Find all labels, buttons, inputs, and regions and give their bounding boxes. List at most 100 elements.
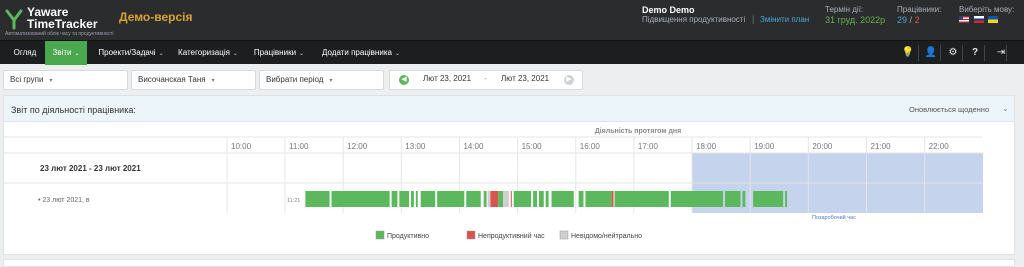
hour-label: 15:00: [522, 142, 543, 151]
logout-icon[interactable]: ⇥: [990, 41, 1012, 65]
chevron-down-icon[interactable]: ⌄: [1002, 104, 1009, 113]
activity-segment-productive: [466, 191, 481, 207]
groups-select-value: Всі групи: [10, 75, 44, 84]
employees-active: 29: [897, 15, 908, 25]
activity-timeline-chart: Діяльність протягом дня 23 лют 2021 - 23…: [4, 127, 983, 240]
employee-select[interactable]: Височанская Таня ▾: [131, 70, 256, 90]
hour-label: 10:00: [231, 142, 252, 151]
activity-segment-productive: [498, 191, 504, 207]
hour-label: 14:00: [463, 142, 484, 151]
activity-report-panel: Звіт по діяльності працівника: Оновлюєть…: [3, 95, 1015, 255]
activity-segment-productive: [578, 191, 584, 207]
yaware-logo-icon: [5, 9, 23, 30]
hour-label: 17:00: [638, 142, 659, 151]
chart-header-label: Діяльність протягом дня: [595, 127, 682, 135]
term-value: 31 груд. 2022р: [825, 15, 886, 25]
hour-label: 19:00: [754, 142, 775, 151]
activity-segment-unproductive: [490, 191, 499, 207]
update-frequency[interactable]: Оновлюється щоденно: [909, 105, 989, 114]
legend-label-neutral: Невідомо/нейтрально: [571, 232, 642, 240]
upgrade-link[interactable]: Підвищення продуктивності: [642, 15, 745, 24]
next-date-icon[interactable]: ▶: [564, 75, 574, 85]
gear-icon[interactable]: ⚙: [942, 41, 964, 65]
nav-reports[interactable]: Звіти ⌄: [45, 41, 87, 65]
flag-ua-icon[interactable]: [988, 16, 999, 23]
period-select-value: Вибрати період: [266, 75, 324, 84]
main-nav: Огляд Звіти ⌄ Проекти/Задачі ⌄ Категоризац…: [0, 40, 1024, 65]
language-label: Виберіть мову:: [959, 5, 1015, 14]
hour-label: 18:00: [696, 142, 717, 151]
nav-employees-label: Працівники: [253, 48, 297, 57]
prev-date-icon[interactable]: ◀: [399, 75, 409, 85]
legend-label-unproductive: Непродуктивний час: [478, 232, 545, 240]
employees-slash: /: [909, 15, 913, 25]
period-select[interactable]: Вибрати період ▾: [259, 70, 384, 90]
help-icon[interactable]: ?: [964, 41, 986, 65]
language-flags: [959, 15, 1000, 25]
date-to[interactable]: Лют 23, 2021: [501, 74, 549, 83]
date-from[interactable]: Лют 23, 2021: [423, 74, 471, 83]
row-label: • 23 лют 2021, в: [38, 197, 90, 204]
nav-categorization[interactable]: Категоризація ⌄: [172, 41, 244, 65]
legend-swatch-unproductive: [466, 230, 476, 240]
chevron-down-icon: ⌄: [158, 51, 164, 57]
hour-label: 16:00: [580, 142, 601, 151]
nav-reports-label: Звіти: [52, 48, 72, 57]
legend-swatch-neutral: [559, 230, 569, 240]
activity-segment-productive: [753, 191, 784, 207]
flag-us-icon[interactable]: [959, 16, 969, 23]
chevron-down-icon: ⌄: [232, 51, 238, 57]
term-label: Термін дії:: [825, 5, 864, 14]
chevron-down-icon: ⌄: [394, 51, 400, 57]
activity-segment-productive: [545, 191, 549, 207]
groups-select[interactable]: Всі групи ▾: [3, 70, 128, 90]
nav-projects[interactable]: Проекти/Задачі ⌄: [92, 41, 170, 65]
account-name[interactable]: Demo Demo: [642, 5, 695, 15]
nav-overview[interactable]: Огляд: [5, 41, 45, 65]
chevron-down-icon: ▾: [211, 78, 215, 84]
range-label: 23 лют 2021 - 23 лют 2021: [40, 164, 141, 173]
activity-segment-productive: [420, 191, 436, 207]
chevron-down-icon: ⌄: [299, 51, 305, 57]
nav-add-employee-label: Додати працівника: [322, 48, 392, 57]
activity-segment-productive: [670, 191, 724, 207]
activity-segment-productive: [513, 191, 532, 207]
activity-segment-productive: [391, 191, 398, 207]
nav-categorization-label: Категоризація: [178, 48, 230, 57]
activity-segment-productive: [614, 191, 669, 207]
hour-label: 11:00: [289, 142, 309, 151]
chevron-down-icon: ▾: [329, 78, 333, 84]
activity-segment-productive: [331, 191, 390, 207]
activity-segment-unproductive: [510, 191, 512, 207]
activity-segment-productive: [533, 191, 537, 207]
panel-title: Звіт по діяльності працівника:: [11, 105, 136, 115]
activity-segment-productive: [742, 191, 746, 207]
chevron-down-icon: ▾: [49, 78, 53, 84]
hour-label: 20:00: [812, 142, 833, 151]
panel-header: Звіт по діяльності працівника: Оновлюєть…: [4, 96, 1014, 122]
activity-segment-productive: [305, 191, 330, 207]
activity-segment-productive: [785, 191, 788, 207]
nav-projects-label: Проекти/Задачі: [98, 48, 156, 57]
activity-segment-productive: [410, 191, 414, 207]
lightbulb-icon[interactable]: 💡: [897, 41, 919, 65]
hour-label: 21:00: [871, 142, 892, 151]
hour-label: 12:00: [347, 142, 368, 151]
nav-overview-label: Огляд: [13, 48, 37, 57]
user-icon[interactable]: 👤: [920, 41, 942, 65]
start-time-label: 11:21: [287, 198, 300, 204]
activity-segment-productive: [585, 191, 612, 207]
chevron-down-icon: ⌄: [74, 51, 80, 57]
nav-employees[interactable]: Працівники ⌄: [248, 41, 310, 65]
employees-count[interactable]: 29 / 2: [897, 15, 920, 25]
flag-ru-icon[interactable]: [973, 16, 984, 23]
date-dash: -: [484, 74, 487, 83]
change-plan-link[interactable]: Змінити план: [760, 15, 809, 24]
nav-add-employee[interactable]: Додати працівника ⌄: [316, 41, 406, 65]
activity-segment-productive: [437, 191, 465, 207]
activity-segment-productive: [725, 191, 741, 207]
activity-segment-unproductive: [611, 191, 614, 207]
hour-label: 22:00: [929, 142, 950, 151]
activity-segment-productive: [483, 191, 487, 207]
activity-segment-neutral: [487, 191, 491, 207]
